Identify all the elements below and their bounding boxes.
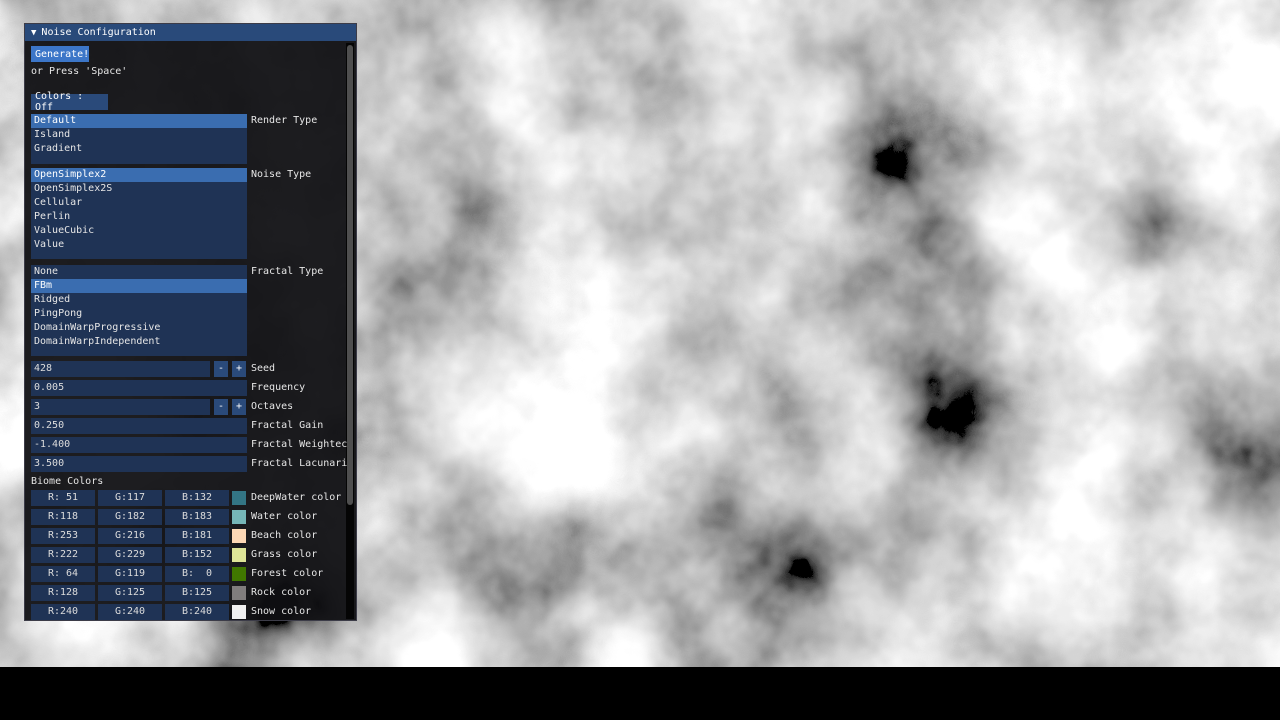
octaves-label: Octaves [251, 401, 294, 412]
color-swatch[interactable] [232, 510, 246, 524]
window-title: Noise Configuration [41, 27, 156, 38]
render-type-label: Render Type [251, 115, 318, 126]
blue-channel-input[interactable]: B:183 [165, 509, 229, 525]
red-channel-input[interactable]: R:253 [31, 528, 95, 544]
fractal-gain-input[interactable]: 0.250 [31, 418, 247, 434]
biome-color-label: Snow color [251, 606, 312, 617]
render-type-listbox[interactable]: Default Island Gradient [31, 114, 247, 164]
noise-type-option[interactable]: Perlin [31, 210, 247, 224]
noise-config-window[interactable]: ▼ Noise Configuration Generate! or Press… [24, 23, 357, 621]
colors-toggle-label: Colors : Off [35, 91, 84, 113]
bottom-letterbox [0, 667, 1280, 720]
octaves-decrement-button[interactable]: - [214, 399, 228, 415]
biome-color-label: Forest color [251, 568, 324, 579]
colors-toggle-button[interactable]: Colors : Off [31, 91, 108, 113]
blue-channel-input[interactable]: B:125 [165, 585, 229, 601]
frequency-input[interactable]: 0.005 [31, 380, 247, 396]
fractal-type-option[interactable]: Ridged [31, 293, 247, 307]
green-channel-input[interactable]: G:229 [98, 547, 162, 563]
fractal-weighted-input[interactable]: -1.400 [31, 437, 247, 453]
seed-input[interactable]: 428 [31, 361, 210, 377]
generate-button-label: Generate! [35, 48, 90, 60]
biome-color-label: Beach color [251, 530, 318, 541]
fractal-type-option[interactable]: DomainWarpIndependent [31, 335, 247, 349]
fractal-type-option[interactable]: PingPong [31, 307, 247, 321]
red-channel-input[interactable]: R:128 [31, 585, 95, 601]
fractal-type-label: Fractal Type [251, 266, 324, 277]
fractal-weighted-label: Fractal Weightec [251, 439, 348, 450]
collapse-arrow-icon[interactable]: ▼ [31, 28, 36, 38]
green-channel-input[interactable]: G:117 [98, 490, 162, 506]
fractal-lacunarity-input[interactable]: 3.500 [31, 456, 247, 472]
red-channel-input[interactable]: R:222 [31, 547, 95, 563]
biome-color-label: Rock color [251, 587, 312, 598]
noise-type-option[interactable]: ValueCubic [31, 224, 247, 238]
red-channel-input[interactable]: R: 51 [31, 490, 95, 506]
noise-type-label: Noise Type [251, 169, 312, 180]
render-type-option[interactable]: Default [31, 114, 247, 128]
green-channel-input[interactable]: G:125 [98, 585, 162, 601]
fractal-lacunarity-label: Fractal Lacunari [251, 458, 348, 469]
biome-color-label: Grass color [251, 549, 318, 560]
octaves-increment-button[interactable]: + [232, 399, 246, 415]
fractal-type-option[interactable]: None [31, 265, 247, 279]
fractal-type-listbox[interactable]: None FBm Ridged PingPong DomainWarpProgr… [31, 265, 247, 356]
blue-channel-input[interactable]: B:240 [165, 604, 229, 620]
color-swatch[interactable] [232, 548, 246, 562]
fractal-type-option[interactable]: FBm [31, 279, 247, 293]
seed-increment-button[interactable]: + [232, 361, 246, 377]
fractal-gain-label: Fractal Gain [251, 420, 324, 431]
fractal-type-option[interactable]: DomainWarpProgressive [31, 321, 247, 335]
noise-type-option[interactable]: OpenSimplex2 [31, 168, 247, 182]
color-swatch[interactable] [232, 605, 246, 619]
frequency-label: Frequency [251, 382, 306, 393]
red-channel-input[interactable]: R: 64 [31, 566, 95, 582]
space-hint: or Press 'Space' [31, 66, 128, 77]
noise-type-option[interactable]: Cellular [31, 196, 247, 210]
color-swatch[interactable] [232, 529, 246, 543]
generate-button[interactable]: Generate! [31, 46, 89, 62]
green-channel-input[interactable]: G:240 [98, 604, 162, 620]
window-titlebar[interactable]: ▼ Noise Configuration [25, 24, 356, 41]
red-channel-input[interactable]: R:118 [31, 509, 95, 525]
octaves-input[interactable]: 3 [31, 399, 210, 415]
noise-type-listbox[interactable]: OpenSimplex2 OpenSimplex2S Cellular Perl… [31, 168, 247, 259]
scrollbar-thumb[interactable] [347, 45, 353, 505]
biome-color-label: Water color [251, 511, 318, 522]
biome-color-label: DeepWater color [251, 492, 342, 503]
green-channel-input[interactable]: G:216 [98, 528, 162, 544]
blue-channel-input[interactable]: B:181 [165, 528, 229, 544]
biome-colors-heading: Biome Colors [31, 476, 104, 487]
red-channel-input[interactable]: R:240 [31, 604, 95, 620]
noise-type-option[interactable]: OpenSimplex2S [31, 182, 247, 196]
blue-channel-input[interactable]: B:132 [165, 490, 229, 506]
seed-decrement-button[interactable]: - [214, 361, 228, 377]
green-channel-input[interactable]: G:182 [98, 509, 162, 525]
noise-type-option[interactable]: Value [31, 238, 247, 252]
color-swatch[interactable] [232, 586, 246, 600]
blue-channel-input[interactable]: B: 0 [165, 566, 229, 582]
blue-channel-input[interactable]: B:152 [165, 547, 229, 563]
render-type-option[interactable]: Gradient [31, 142, 247, 156]
render-type-option[interactable]: Island [31, 128, 247, 142]
green-channel-input[interactable]: G:119 [98, 566, 162, 582]
color-swatch[interactable] [232, 567, 246, 581]
seed-label: Seed [251, 363, 276, 374]
color-swatch[interactable] [232, 491, 246, 505]
